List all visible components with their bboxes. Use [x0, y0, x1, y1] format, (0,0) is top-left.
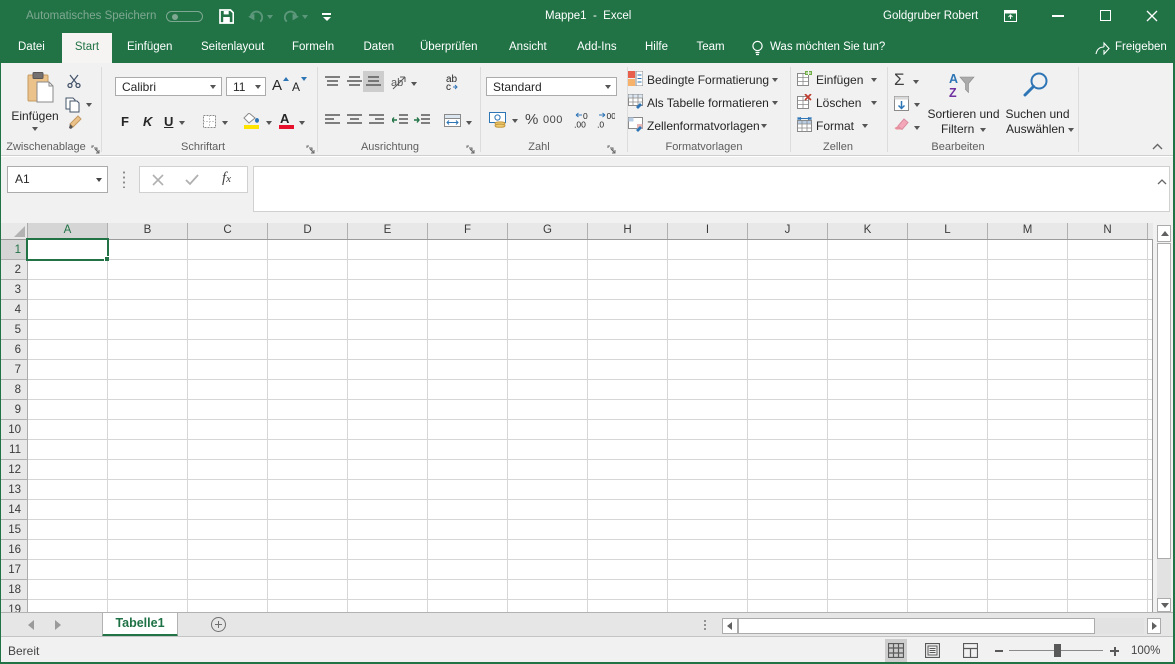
- svg-text:,00: ,00: [574, 120, 586, 129]
- svg-text:A: A: [949, 72, 958, 86]
- svg-text:Z: Z: [949, 86, 957, 98]
- svg-text:c: c: [446, 82, 451, 91]
- svg-text:00: 00: [607, 111, 616, 121]
- svg-text:,0: ,0: [597, 120, 604, 129]
- svg-text:ab: ab: [391, 77, 403, 89]
